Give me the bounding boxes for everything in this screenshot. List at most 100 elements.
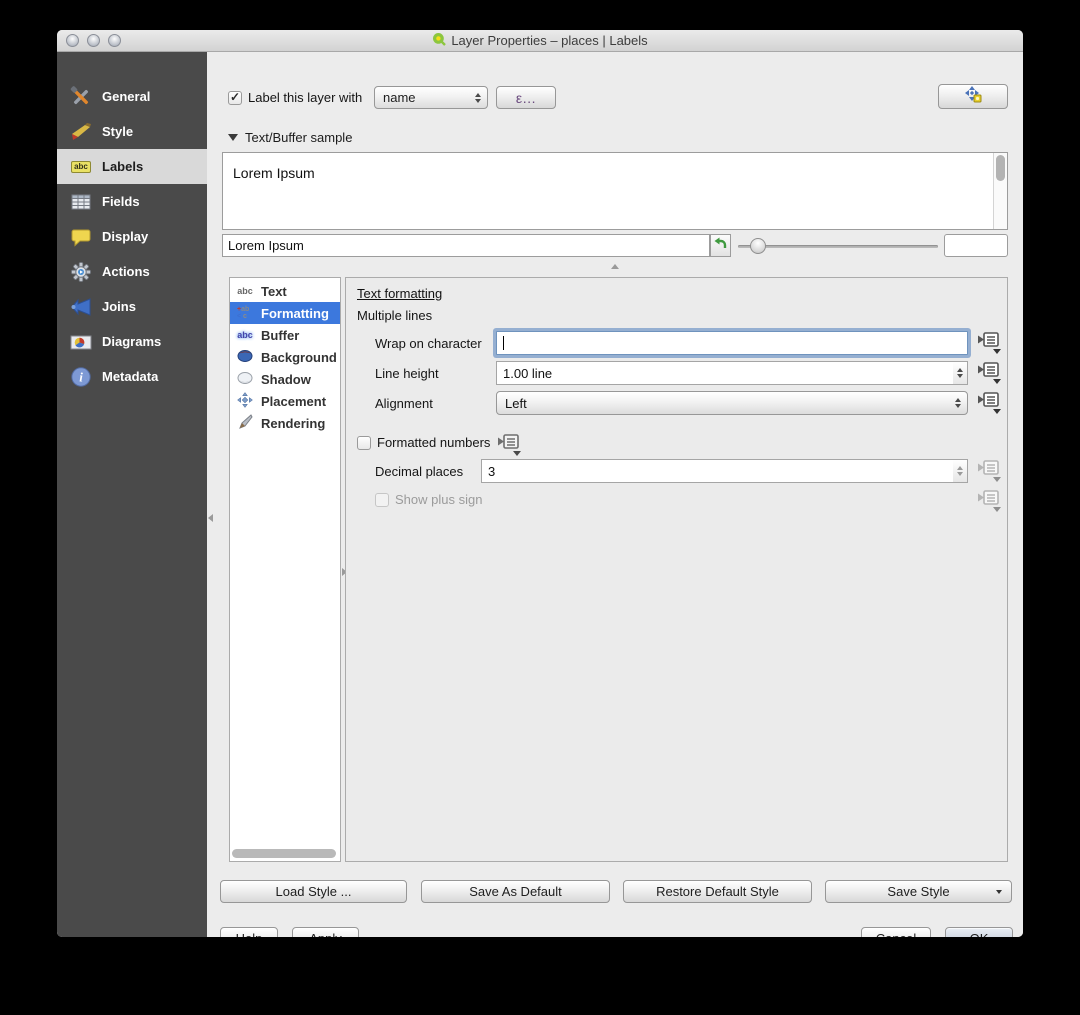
placement-settings-icon: [962, 85, 984, 108]
undo-arrow-icon: [714, 237, 728, 255]
text-abc-icon: abc: [234, 287, 256, 296]
help-button[interactable]: Help: [220, 927, 278, 937]
preview-scrollbar[interactable]: [993, 153, 1007, 229]
label-this-layer-checkbox[interactable]: [228, 91, 242, 105]
formatted-numbers-row: Formatted numbers: [357, 430, 522, 455]
sidebar-item-joins[interactable]: Joins: [57, 289, 207, 324]
data-defined-override-button[interactable]: [976, 390, 1002, 415]
preview-text: Lorem Ipsum: [233, 165, 315, 181]
shadow-shape-icon: [234, 371, 256, 387]
tab-text[interactable]: abc Text: [230, 280, 340, 302]
text-caret: [503, 336, 504, 350]
labels-page: Label this layer with name ε…: [207, 52, 1023, 937]
show-plus-sign-checkbox[interactable]: [375, 493, 389, 507]
properties-sidebar: General Style abc Labels: [57, 52, 207, 937]
title-bar[interactable]: Layer Properties – places | Labels: [57, 30, 1023, 52]
formatting-panel: Text formatting Multiple lines Wrap on c…: [345, 277, 1008, 862]
line-height-input[interactable]: 1.00 line: [496, 361, 954, 385]
tab-formatting[interactable]: +ab < c Formatting: [230, 302, 340, 324]
background-shape-icon: [234, 349, 256, 365]
tab-placement[interactable]: Placement: [230, 390, 340, 412]
data-defined-override-button-disabled[interactable]: [976, 458, 1002, 483]
tab-background[interactable]: Background: [230, 346, 340, 368]
tab-shadow[interactable]: Shadow: [230, 368, 340, 390]
sidebar-item-actions[interactable]: Actions: [57, 254, 207, 289]
placement-arrows-icon: [234, 392, 256, 410]
ok-button[interactable]: OK: [945, 927, 1013, 937]
formatting-icon: +ab < c: [234, 306, 256, 320]
tools-icon: [69, 85, 93, 109]
line-height-label: Line height: [375, 366, 439, 381]
data-defined-override-button-disabled[interactable]: [976, 488, 1002, 513]
sidebar-item-fields[interactable]: Fields: [57, 184, 207, 219]
apply-button[interactable]: Apply: [292, 927, 359, 937]
sidebar-item-label: Display: [102, 229, 148, 244]
sidebar-item-metadata[interactable]: i Metadata: [57, 359, 207, 394]
close-window-button[interactable]: [66, 34, 79, 47]
splitter-collapse-up-icon[interactable]: [611, 264, 619, 269]
automated-placement-button[interactable]: [938, 84, 1008, 109]
decimal-places-stepper[interactable]: [953, 459, 968, 483]
sidebar-item-diagrams[interactable]: Diagrams: [57, 324, 207, 359]
panel-title: Text formatting: [357, 286, 442, 301]
data-defined-override-button[interactable]: [496, 432, 522, 457]
wrap-character-input[interactable]: [496, 331, 968, 355]
restore-default-style-button[interactable]: Restore Default Style: [623, 880, 812, 903]
label-field-select[interactable]: name: [374, 86, 488, 109]
sidebar-item-style[interactable]: Style: [57, 114, 207, 149]
sidebar-item-label: Metadata: [102, 369, 158, 384]
expression-builder-button[interactable]: ε…: [496, 86, 556, 109]
sidebar-item-label: Fields: [102, 194, 140, 209]
gear-icon: [69, 260, 93, 284]
label-tag-icon: abc: [69, 155, 93, 179]
sidebar-item-label: Style: [102, 124, 133, 139]
sidebar-item-display[interactable]: Display: [57, 219, 207, 254]
sidebar-item-labels[interactable]: abc Labels: [57, 149, 207, 184]
cancel-button[interactable]: Cancel: [861, 927, 931, 937]
decimal-places-input[interactable]: 3: [481, 459, 954, 483]
multiple-lines-label: Multiple lines: [357, 308, 432, 323]
line-height-stepper[interactable]: [953, 361, 968, 385]
select-stepper-icon: [475, 93, 481, 103]
join-arrow-icon: [69, 295, 93, 319]
sidebar-item-label: General: [102, 89, 150, 104]
paintbrush-icon: [69, 120, 93, 144]
tab-rendering[interactable]: Rendering: [230, 412, 340, 434]
tab-buffer[interactable]: abc Buffer: [230, 324, 340, 346]
minimize-window-button[interactable]: [87, 34, 100, 47]
label-this-layer-label: Label this layer with: [248, 90, 362, 105]
save-style-button[interactable]: Save Style: [825, 880, 1012, 903]
data-defined-override-button[interactable]: [976, 360, 1002, 385]
slider-knob[interactable]: [750, 238, 766, 254]
window-title: Layer Properties – places | Labels: [451, 33, 647, 48]
pie-chart-icon: [69, 330, 93, 354]
load-style-button[interactable]: Load Style ...: [220, 880, 407, 903]
decimal-places-label: Decimal places: [375, 464, 463, 479]
sidebar-item-label: Labels: [102, 159, 143, 174]
zoom-window-button[interactable]: [108, 34, 121, 47]
buffer-abc-icon: abc: [234, 331, 256, 340]
dropdown-arrow-icon: [996, 890, 1002, 894]
select-stepper-icon: [955, 398, 961, 408]
tablist-hscrollbar[interactable]: [232, 849, 338, 858]
formatted-numbers-label: Formatted numbers: [377, 435, 490, 450]
info-icon: i: [69, 365, 93, 389]
sidebar-item-general[interactable]: General: [57, 79, 207, 114]
font-size-slider[interactable]: [738, 238, 938, 254]
sample-text-input[interactable]: [222, 234, 710, 257]
formatted-numbers-checkbox[interactable]: [357, 436, 371, 450]
wrap-on-character-label: Wrap on character: [375, 336, 482, 351]
sample-section-header[interactable]: Text/Buffer sample: [228, 130, 352, 145]
qgis-logo-icon: [432, 32, 446, 49]
save-as-default-button[interactable]: Save As Default: [421, 880, 610, 903]
show-plus-sign-row: Show plus sign: [375, 492, 482, 507]
alignment-label: Alignment: [375, 396, 433, 411]
table-icon: [69, 190, 93, 214]
rendering-brush-icon: [234, 414, 256, 432]
reset-sample-button[interactable]: [710, 234, 731, 257]
svg-text:i: i: [79, 369, 83, 384]
font-size-input[interactable]: [944, 234, 1008, 257]
splitter-collapse-left-icon[interactable]: [208, 514, 213, 522]
alignment-select[interactable]: Left: [496, 391, 968, 415]
data-defined-override-button[interactable]: [976, 330, 1002, 355]
